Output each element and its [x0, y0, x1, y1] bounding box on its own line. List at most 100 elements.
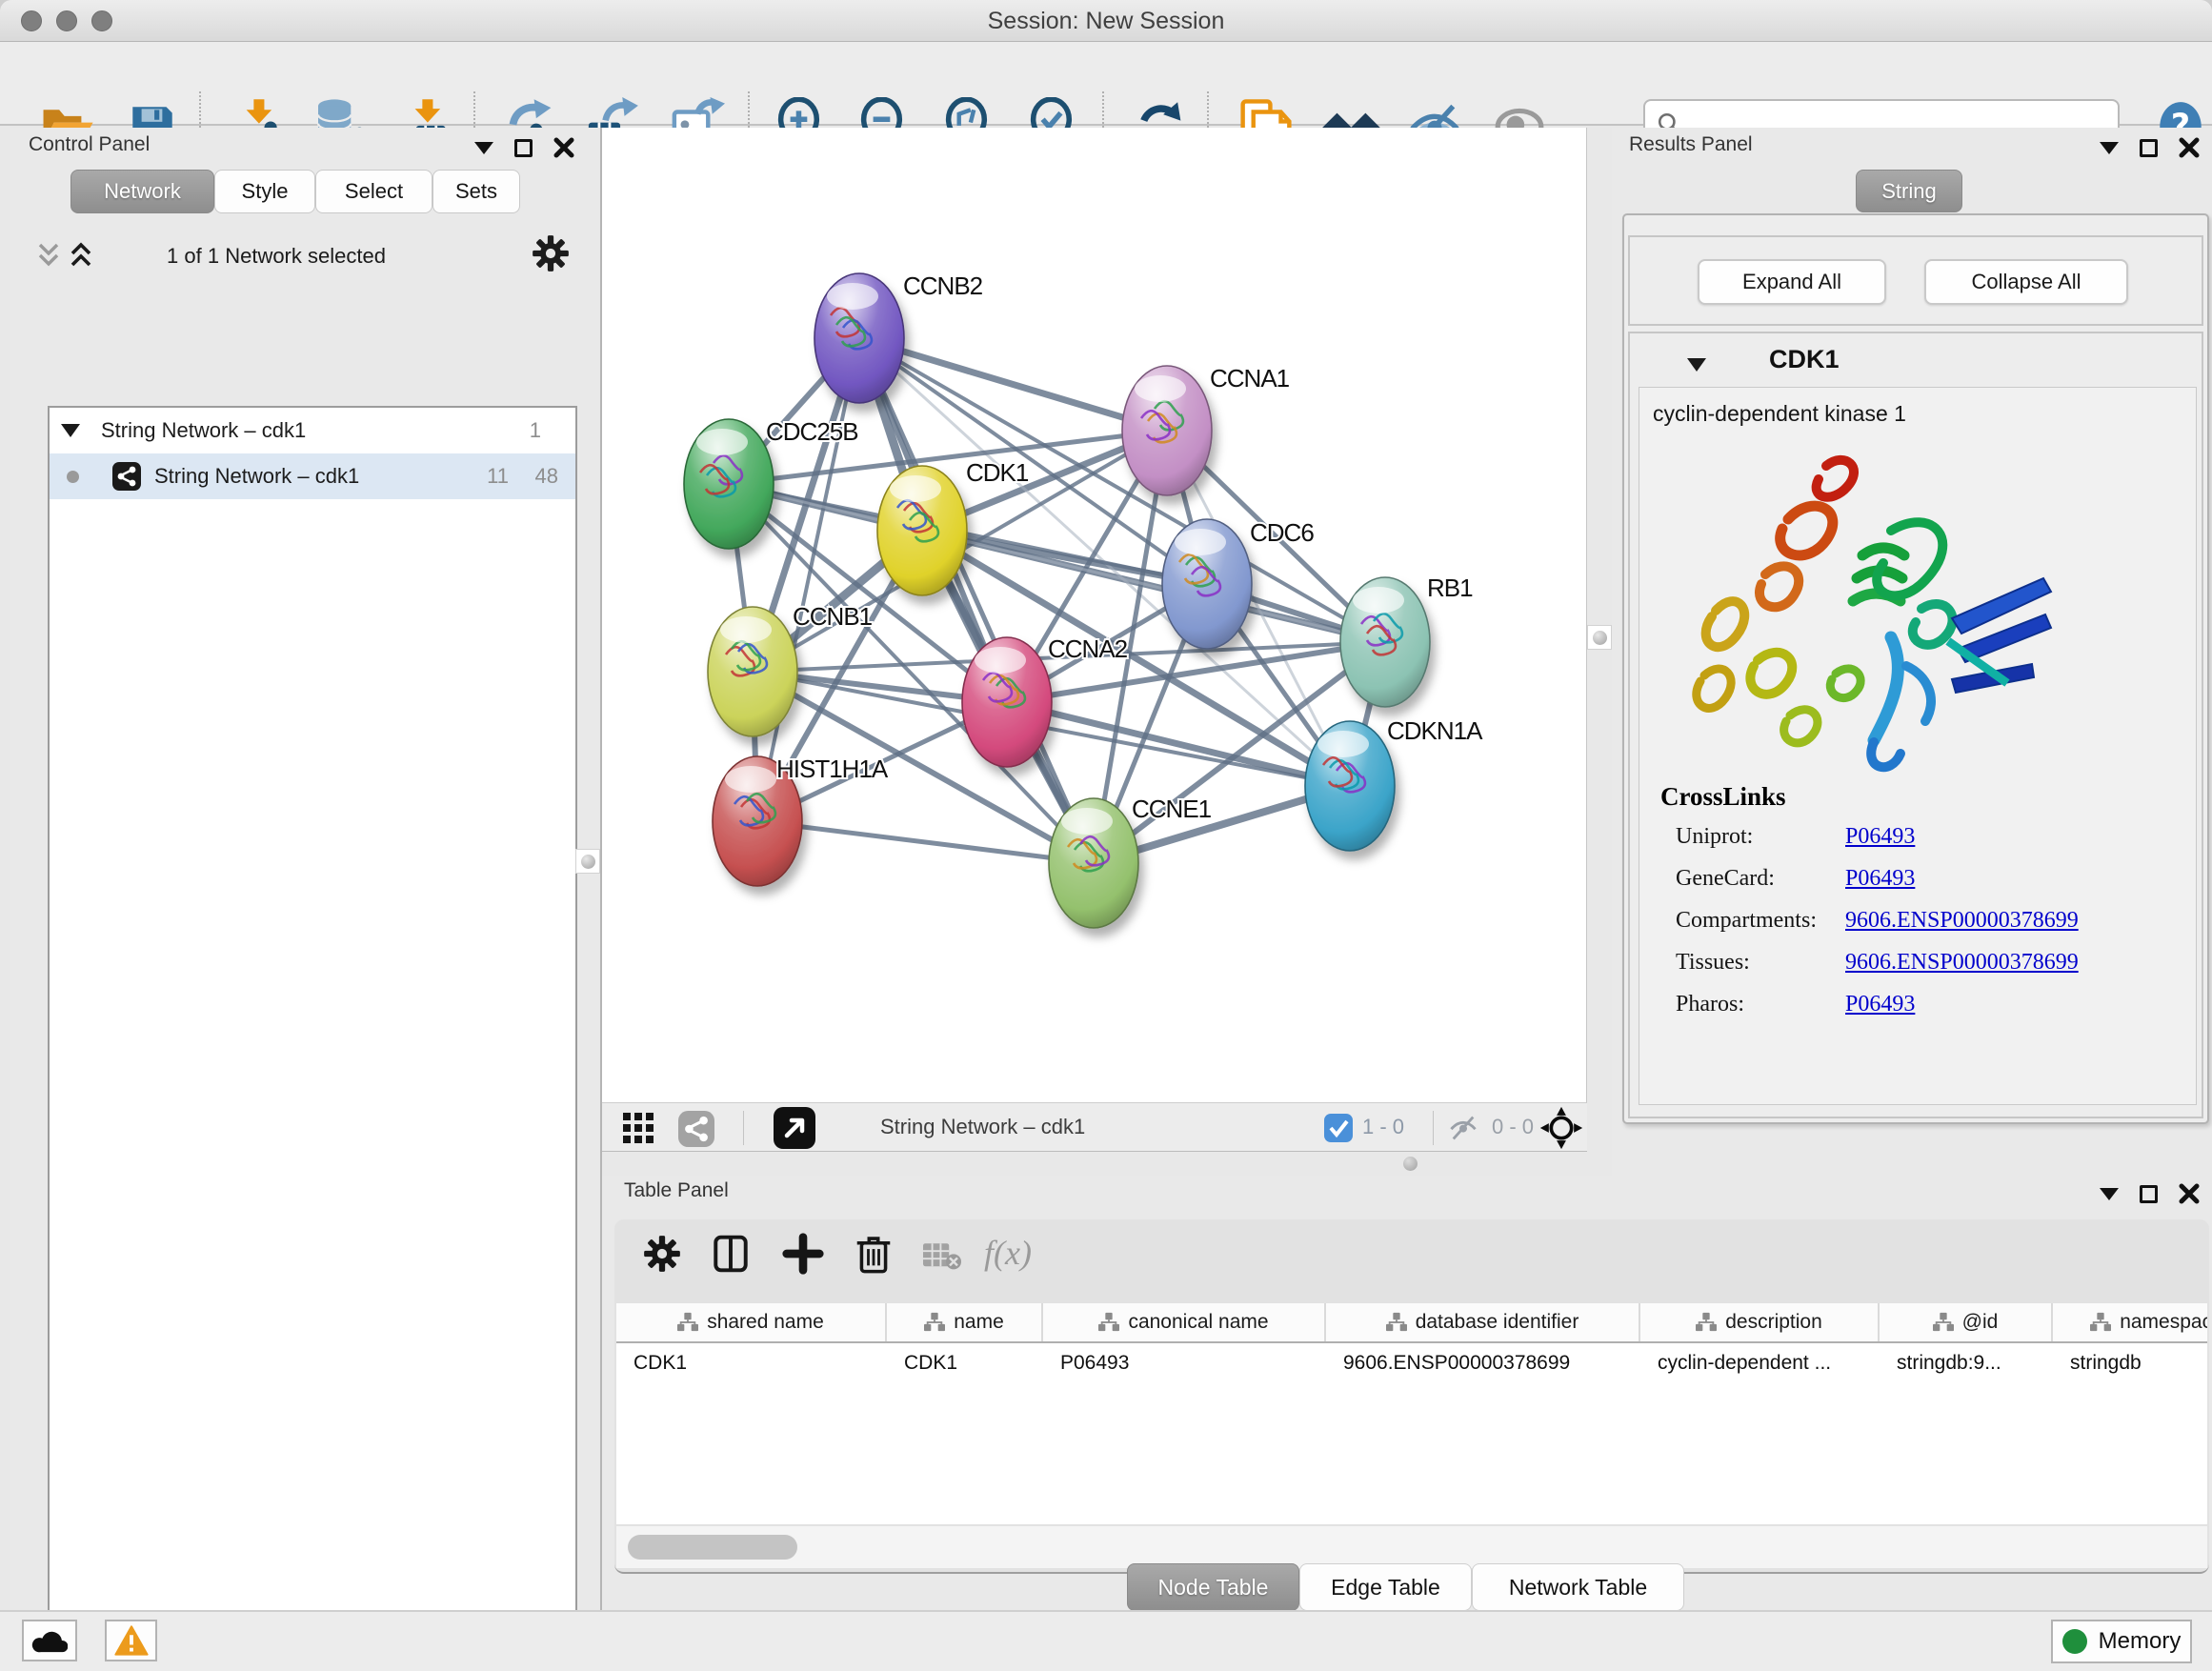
column-header-database-identifier[interactable]: database identifier	[1326, 1303, 1640, 1341]
tab-style[interactable]: Style	[214, 170, 315, 213]
crosslink-link[interactable]: 9606.ENSP00000378699	[1845, 908, 2079, 934]
crosslink-link[interactable]: P06493	[1845, 866, 1915, 892]
network-node-RB1[interactable]	[1340, 577, 1430, 707]
tab-network[interactable]: Network	[70, 170, 214, 213]
memory-button[interactable]: Memory	[2051, 1620, 2192, 1663]
collection-expand-icon[interactable]	[61, 424, 80, 437]
crosslink-row: Compartments:9606.ENSP00000378699	[1676, 908, 2190, 934]
float-panel-icon[interactable]	[2100, 1188, 2119, 1200]
collection-network-count: 1	[530, 418, 541, 443]
grid-view-icon[interactable]	[623, 1113, 655, 1143]
tab-network-table[interactable]: Network Table	[1472, 1563, 1684, 1611]
maximize-panel-icon[interactable]	[2140, 139, 2158, 157]
crosslink-link[interactable]: P06493	[1845, 992, 1915, 1017]
table-hscrollbar-track[interactable]	[616, 1526, 2207, 1568]
network-node-CDC6[interactable]	[1162, 519, 1252, 649]
network-collection-row[interactable]: String Network – cdk1 1	[50, 408, 575, 453]
warning-icon	[114, 1625, 149, 1656]
open-in-window-icon[interactable]	[774, 1107, 815, 1149]
shared-column-icon	[1098, 1312, 1119, 1333]
tab-node-table[interactable]: Node Table	[1127, 1563, 1299, 1611]
show-columns-icon[interactable]	[710, 1233, 752, 1275]
column-header-label: namespace	[2120, 1311, 2207, 1334]
column-header-label: name	[954, 1311, 1004, 1334]
node-label-CCNA1: CCNA1	[1210, 364, 1290, 393]
window-title: Session: New Session	[0, 8, 2212, 35]
collapse-all-button[interactable]: Collapse All	[1924, 259, 2128, 305]
network-options-gear-icon[interactable]	[530, 232, 572, 274]
network-edge[interactable]	[757, 821, 1094, 863]
column-header-@id[interactable]: @id	[1880, 1303, 2053, 1341]
network-node-CDKN1A[interactable]	[1305, 721, 1395, 851]
column-header-canonical-name[interactable]: canonical name	[1043, 1303, 1326, 1341]
close-panel-icon[interactable]	[2179, 1183, 2200, 1204]
birds-eye-view-icon[interactable]	[1539, 1106, 1583, 1150]
delete-table-icon	[923, 1240, 961, 1271]
tab-select[interactable]: Select	[315, 170, 432, 213]
network-node-CDK1[interactable]	[877, 466, 967, 595]
network-row[interactable]: String Network – cdk1 11 48	[50, 453, 575, 499]
protein-card-collapse-icon[interactable]	[1687, 358, 1706, 372]
table-cell: CDK1	[616, 1343, 887, 1383]
hidden-counter: 0 - 0	[1492, 1115, 1534, 1139]
tab-sets[interactable]: Sets	[432, 170, 520, 213]
collapse-all-networks-icon[interactable]	[36, 242, 61, 269]
network-node-CCNB1[interactable]	[708, 607, 797, 736]
tab-edge-table[interactable]: Edge Table	[1299, 1563, 1472, 1611]
expand-all-networks-icon[interactable]	[69, 242, 93, 269]
column-header-shared-name[interactable]: shared name	[616, 1303, 887, 1341]
tab-string[interactable]: String	[1856, 170, 1962, 212]
network-node-CCNB2[interactable]	[814, 273, 904, 403]
network-canvas[interactable]: CCNB2CCNA1CDC25BCDK1CDC6RB1CCNB1CCNA2CDK…	[602, 128, 1587, 1102]
crosslink-label: Uniprot:	[1676, 824, 1845, 850]
left-splitter-grip[interactable]	[575, 849, 600, 874]
right-splitter-grip[interactable]	[1587, 625, 1612, 650]
close-panel-icon[interactable]	[2179, 137, 2200, 158]
column-header-label: description	[1725, 1311, 1822, 1334]
network-edge-count: 48	[535, 464, 558, 489]
column-header-namespace[interactable]: namespace	[2053, 1303, 2207, 1341]
close-panel-icon[interactable]	[553, 137, 574, 158]
network-node-CCNE1[interactable]	[1049, 798, 1138, 928]
crosslink-link[interactable]: 9606.ENSP00000378699	[1845, 950, 2079, 976]
table-row[interactable]: CDK1CDK1P064939606.ENSP00000378699cyclin…	[616, 1343, 2207, 1383]
protein-card: CDK1 cyclin-dependent kinase 1	[1628, 332, 2203, 1118]
table-cell: stringdb	[2053, 1343, 2207, 1383]
selected-checkbox-icon[interactable]	[1324, 1114, 1353, 1142]
delete-column-trash-icon[interactable]	[853, 1231, 895, 1275]
warning-status-button[interactable]	[105, 1620, 157, 1661]
maximize-panel-icon[interactable]	[2140, 1185, 2158, 1203]
function-builder-icon: f(x)	[984, 1233, 1032, 1273]
string-network-badge-icon	[112, 462, 141, 491]
network-list: String Network – cdk1 1 String Network –…	[48, 406, 577, 1671]
crosslink-label: Pharos:	[1676, 992, 1845, 1017]
node-label-CDKN1A: CDKN1A	[1387, 716, 1483, 745]
table-body: CDK1CDK1P064939606.ENSP00000378699cyclin…	[616, 1343, 2207, 1383]
float-panel-icon[interactable]	[474, 142, 493, 154]
hidden-eye-icon[interactable]	[1448, 1113, 1478, 1143]
horizontal-splitter-grip[interactable]	[1403, 1157, 1418, 1171]
network-node-CDC25B[interactable]	[684, 419, 774, 549]
table-header-row: shared name name canonical namedatabase id…	[616, 1303, 2207, 1343]
crosslinks-heading: CrossLinks	[1660, 782, 1786, 812]
add-column-icon[interactable]	[782, 1233, 824, 1275]
share-view-icon[interactable]	[678, 1111, 714, 1147]
column-header-description[interactable]: description	[1640, 1303, 1880, 1341]
network-edge[interactable]	[859, 338, 1167, 431]
column-header-name[interactable]: name	[887, 1303, 1043, 1341]
network-edge[interactable]	[757, 338, 859, 821]
control-panel-window-buttons	[474, 137, 574, 158]
float-panel-icon[interactable]	[2100, 142, 2119, 154]
network-node-CCNA1[interactable]	[1122, 366, 1212, 495]
crosslink-link[interactable]: P06493	[1845, 824, 1915, 850]
expand-all-button[interactable]: Expand All	[1698, 259, 1886, 305]
cloud-status-button[interactable]	[22, 1620, 77, 1661]
node-label-RB1: RB1	[1427, 574, 1473, 602]
network-node-CCNA2[interactable]	[962, 637, 1052, 767]
network-edge[interactable]	[859, 338, 1094, 863]
table-hscrollbar-thumb[interactable]	[628, 1535, 797, 1560]
table-settings-gear-icon[interactable]	[641, 1233, 683, 1275]
table-cell: P06493	[1043, 1343, 1326, 1383]
maximize-panel-icon[interactable]	[514, 139, 533, 157]
shared-column-icon	[1696, 1312, 1717, 1333]
